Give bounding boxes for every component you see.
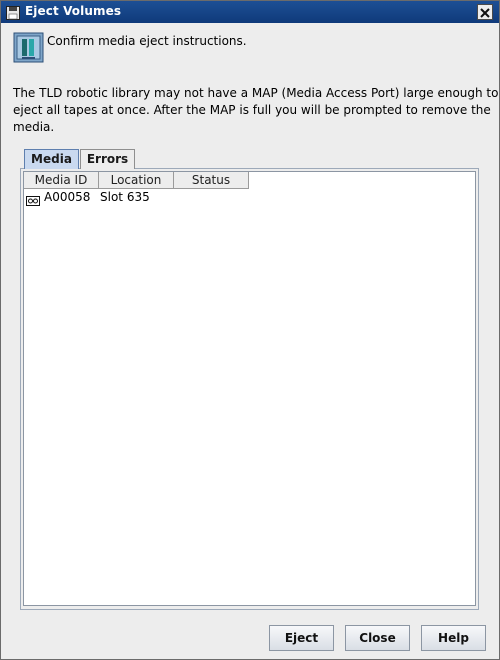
column-header-location[interactable]: Location xyxy=(99,172,174,189)
eject-button[interactable]: Eject xyxy=(269,625,334,651)
window-title: Eject Volumes xyxy=(25,4,122,18)
help-button[interactable]: Help xyxy=(421,625,486,651)
close-icon[interactable] xyxy=(477,4,493,20)
table-cell-location[interactable]: Slot 635 xyxy=(100,189,150,205)
column-header-media-id[interactable]: Media ID xyxy=(24,172,99,189)
tape-library-icon xyxy=(13,32,44,63)
tab-media[interactable]: Media xyxy=(24,149,79,169)
description-line: eject all tapes at once. After the MAP i… xyxy=(13,103,491,117)
close-button[interactable]: Close xyxy=(345,625,410,651)
description-line: media. xyxy=(13,120,55,134)
description-line: The TLD robotic library may not have a M… xyxy=(13,86,499,100)
floppy-disk-icon xyxy=(6,5,20,20)
header-instruction: Confirm media eject instructions. xyxy=(47,34,247,48)
title-bar[interactable]: Eject Volumes xyxy=(1,1,499,23)
column-header-status[interactable]: Status xyxy=(174,172,249,189)
eject-volumes-dialog: Eject Volumes Confirm media eject instru… xyxy=(0,0,500,660)
tab-errors[interactable]: Errors xyxy=(80,149,135,169)
media-table[interactable] xyxy=(23,171,476,606)
description-text: The TLD robotic library may not have a M… xyxy=(13,85,499,136)
tape-cartridge-icon xyxy=(26,191,40,206)
table-cell-media-id[interactable]: A00058 xyxy=(44,189,90,205)
